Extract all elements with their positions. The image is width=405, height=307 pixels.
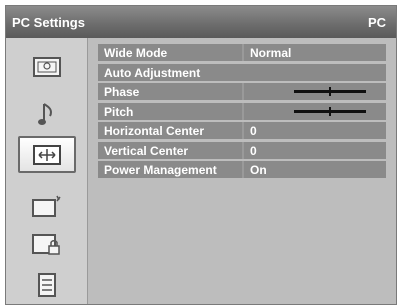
music-note-icon: [38, 102, 53, 125]
phase-slider[interactable]: [294, 87, 366, 96]
list-icon: [38, 272, 56, 297]
sidebar-item-pc-settings[interactable]: [18, 136, 76, 173]
menu-row-value: Normal: [250, 46, 292, 60]
menu-row-pitch[interactable]: Pitch: [98, 102, 386, 120]
menu-row-wide-mode[interactable]: Wide Mode Normal: [98, 44, 386, 61]
menu-row-power-management[interactable]: Power Management On: [98, 161, 386, 178]
menu-row-horizontal-center[interactable]: Horizontal Center 0: [98, 122, 386, 139]
menu-row-label: Pitch: [104, 104, 134, 119]
sidebar-item-setup[interactable]: [18, 188, 76, 225]
row-divider: [242, 44, 244, 61]
window-title: PC Settings: [12, 15, 85, 30]
row-divider: [242, 83, 244, 100]
sidebar-item-lock[interactable]: [18, 226, 76, 263]
pc-settings-window: PC Settings PC Wide Mode Normal Auto Adj…: [5, 5, 397, 305]
menu-row-auto-adjustment[interactable]: Auto Adjustment: [98, 63, 386, 81]
menu-row-label: Power Management: [104, 163, 217, 177]
sidebar-item-list[interactable]: [18, 266, 76, 303]
menu-row-label: Phase: [104, 85, 140, 99]
menu-row-label: Auto Adjustment: [104, 65, 201, 80]
input-source-label: PC: [367, 15, 386, 30]
sidebar-item-audio[interactable]: [18, 96, 76, 133]
row-divider: [242, 102, 244, 120]
display-position-icon: [33, 144, 61, 165]
slider-thumb[interactable]: [329, 106, 331, 116]
menu-row-label: Wide Mode: [104, 46, 168, 60]
menu-row-value: 0: [250, 143, 257, 158]
menu-row-phase[interactable]: Phase: [98, 83, 386, 100]
menu-row-value: On: [250, 163, 267, 177]
title-bar: PC Settings PC: [6, 6, 396, 38]
row-divider: [242, 161, 244, 178]
menu-row-value: 0: [250, 124, 257, 138]
lock-icon: [32, 233, 60, 255]
screen-setup-icon: [32, 195, 61, 217]
row-divider: [242, 141, 244, 159]
slider-thumb[interactable]: [329, 87, 331, 96]
picture-icon: [33, 56, 61, 77]
menu-row-label: Vertical Center: [104, 143, 189, 158]
menu-row-vertical-center[interactable]: Vertical Center 0: [98, 141, 386, 159]
menu-row-label: Horizontal Center: [104, 124, 205, 138]
sidebar-item-picture[interactable]: [18, 48, 76, 85]
row-divider: [242, 122, 244, 139]
pitch-slider[interactable]: [294, 106, 366, 116]
category-sidebar: [6, 38, 88, 304]
